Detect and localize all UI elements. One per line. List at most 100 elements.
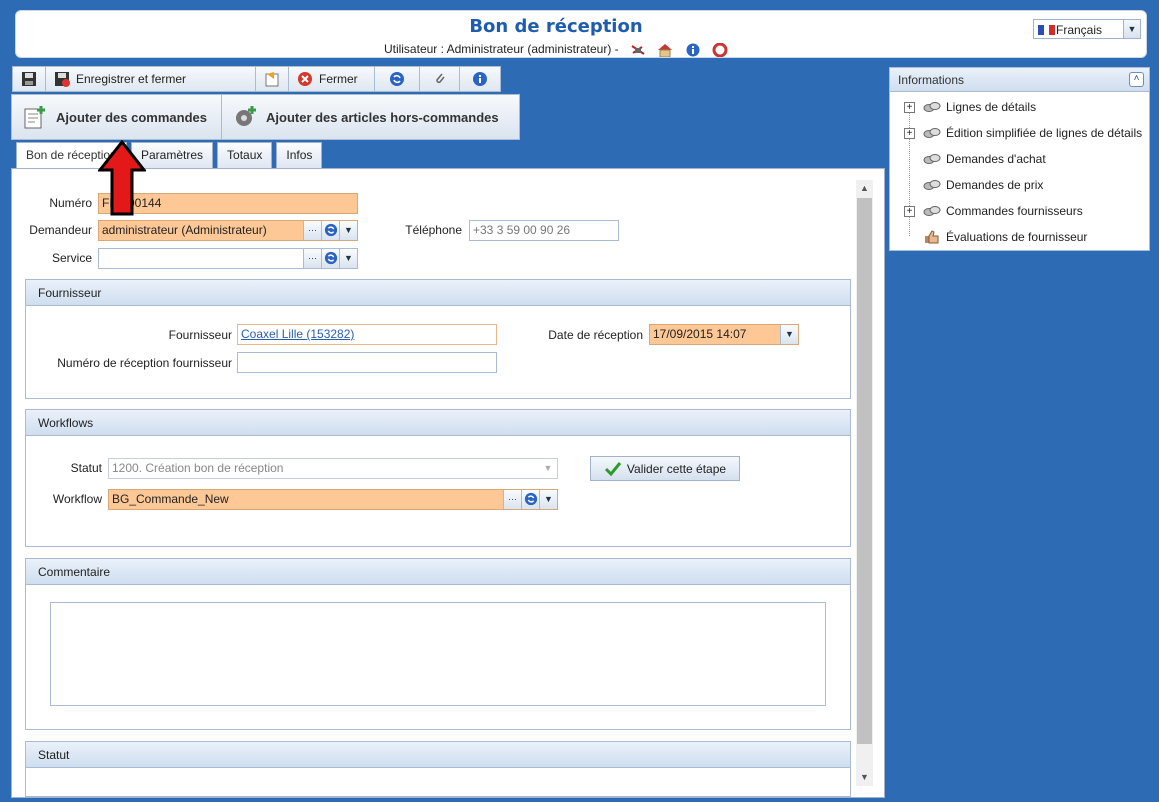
date-reception-field[interactable]: 17/09/2015 14:07 ▼ [649,324,799,345]
help-lifebuoy-icon[interactable] [712,42,728,57]
link-chain-icon [923,154,941,164]
refresh-icon [390,72,404,86]
france-flag-icon [1038,25,1056,35]
informations-title: Informations [898,73,965,87]
numero-label: Numéro [49,196,92,210]
scroll-thumb[interactable] [857,198,872,744]
informations-panel: Informations ˄ + Lignes de détails + Édi… [889,67,1150,251]
chevron-down-icon[interactable]: ▼ [1123,20,1140,38]
commentaire-textarea[interactable] [50,602,826,706]
link-chain-icon [923,180,941,190]
service-label: Service [51,251,92,265]
add-document-icon [24,106,45,129]
link-chain-icon [923,206,941,216]
home-icon[interactable] [657,43,673,57]
save-close-icon [55,72,70,87]
refresh-button[interactable] [375,67,420,91]
add-items-label: Ajouter des articles hors-commandes [266,109,499,125]
close-label: Fermer [319,72,358,86]
export-button[interactable] [256,67,289,91]
floppy-disk-icon [22,72,36,86]
chevron-down-icon[interactable]: ▼ [339,249,357,268]
chevron-down-icon[interactable]: ▼ [339,221,357,240]
info-item[interactable]: Demandes de prix [890,174,1150,196]
add-gear-icon [236,106,256,126]
commentaire-group-title: Commentaire [26,559,850,585]
close-icon [298,72,312,86]
ellipsis-button[interactable]: ··· [303,249,321,268]
info-item[interactable]: + Édition simplifiée de lignes de détail… [890,122,1150,144]
chevron-down-icon[interactable]: ▼ [780,325,798,344]
link-chain-icon [923,128,941,138]
chevron-down-icon: ▼ [539,459,557,478]
workflows-group-title: Workflows [26,410,850,436]
fournisseur-group-title: Fournisseur [26,280,850,306]
scroll-up-icon[interactable]: ▲ [856,180,873,197]
refresh-icon[interactable] [521,490,539,509]
ellipsis-button[interactable]: ··· [503,490,521,509]
fournisseur-field[interactable]: Coaxel Lille (153282) [237,324,497,345]
expand-icon[interactable]: + [904,128,915,139]
save-button[interactable] [13,67,46,91]
numero-reception-label: Numéro de réception fournisseur [57,356,232,370]
save-close-label: Enregistrer et fermer [76,72,187,86]
validate-step-button[interactable]: Valider cette étape [590,456,740,481]
workflow-label: Workflow [52,492,102,506]
statut-group-title: Statut [26,742,850,768]
info-item[interactable]: Demandes d'achat [890,148,1150,170]
checkmark-icon [604,461,622,476]
service-field[interactable]: ··· ▼ [98,248,358,269]
attachment-button[interactable] [420,67,460,91]
close-button[interactable]: Fermer [289,67,375,91]
expand-icon[interactable]: + [904,102,915,113]
date-reception-value: 17/09/2015 14:07 [653,327,747,341]
info-icon[interactable] [685,43,701,57]
info-item[interactable]: Évaluations de fournisseur [890,226,1150,248]
tab-bar: Bon de réception Paramètres Totaux Infos [16,142,323,169]
add-orders-button[interactable]: Ajouter des commandes [12,95,222,139]
user-info: Utilisateur : Administrateur (administra… [16,42,1096,57]
numero-reception-field[interactable] [237,352,497,373]
add-orders-label: Ajouter des commandes [56,109,207,125]
statut-field: 1200. Création bon de réception ▼ [108,458,558,479]
refresh-icon[interactable] [321,249,339,268]
statut-label: Statut [70,461,102,475]
info-icon [473,72,487,86]
add-items-button[interactable]: Ajouter des articles hors-commandes [222,95,519,139]
telephone-label: Téléphone [405,223,462,237]
logout-icon[interactable] [630,43,646,57]
info-item[interactable]: + Lignes de détails [890,96,1150,118]
demandeur-label: Demandeur [29,223,92,237]
language-value: Français [1056,23,1103,37]
user-label: Utilisateur : Administrateur (administra… [383,42,619,56]
chevron-down-icon[interactable]: ▼ [539,490,557,509]
info-item[interactable]: + Commandes fournisseurs [890,200,1150,222]
save-close-button[interactable]: Enregistrer et fermer [46,67,256,91]
toolbar-primary: Enregistrer et fermer Fermer [12,66,501,92]
informations-header: Informations ˄ [890,68,1149,92]
telephone-field[interactable]: +33 3 59 00 90 26 [469,220,619,241]
toolbar-secondary: Ajouter des commandes Ajouter des articl… [11,94,520,140]
tab-infos[interactable]: Infos [276,142,323,168]
thumbs-up-icon [925,230,939,244]
demandeur-value: administrateur (Administrateur) [102,223,267,237]
link-chain-icon [923,102,941,112]
red-arrow-annotation [98,140,146,216]
validate-step-label: Valider cette étape [626,461,727,476]
ellipsis-button[interactable]: ··· [303,221,321,240]
statut-value: 1200. Création bon de réception [112,461,284,475]
language-select[interactable]: Français ▼ [1033,19,1141,39]
statut-group: Statut [25,741,851,797]
fournisseur-link[interactable]: Coaxel Lille (153282) [241,327,354,341]
demandeur-field[interactable]: administrateur (Administrateur) ··· ▼ [98,220,358,241]
info-button[interactable] [460,67,500,91]
collapse-icon[interactable]: ˄ [1129,72,1144,87]
page-title: Bon de réception [469,16,643,37]
vertical-scrollbar[interactable]: ▲ ▼ [856,180,873,786]
tab-totaux[interactable]: Totaux [217,142,273,168]
scroll-down-icon[interactable]: ▼ [856,769,873,786]
paperclip-icon [435,73,445,84]
workflow-field[interactable]: BG_Commande_New ··· ▼ [108,489,558,510]
refresh-icon[interactable] [321,221,339,240]
expand-icon[interactable]: + [904,206,915,217]
